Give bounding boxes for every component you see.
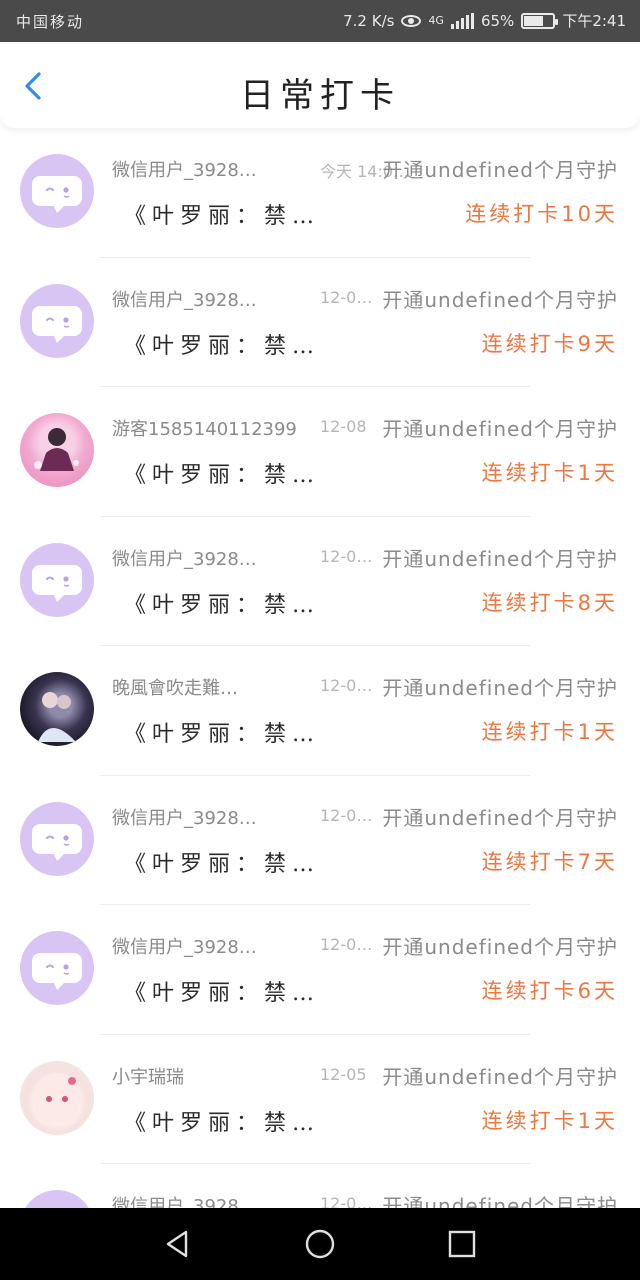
guard-label: 开通undefined个月守护 bbox=[382, 805, 618, 830]
checkin-time: 12-0… bbox=[320, 805, 373, 825]
user-name: 微信用户_3928… bbox=[112, 1196, 257, 1208]
checkin-message: 《叶罗丽：禁… bbox=[124, 204, 321, 229]
avatar[interactable] bbox=[20, 1190, 94, 1208]
user-name: 游客1585140112399 bbox=[112, 419, 297, 440]
checkin-row[interactable]: 微信用户_3928… 12-0… 开通undefined个月守护 bbox=[0, 1164, 640, 1208]
checkin-row[interactable]: 微信用户_3928… 今天 14:0… 开通undefined个月守护 《叶罗丽：禁…… bbox=[0, 128, 640, 258]
avatar[interactable] bbox=[20, 931, 94, 1005]
checkin-row[interactable]: 游客1585140112399 12-08 开通undefined个月守护《叶罗丽：… bbox=[0, 387, 640, 517]
streak-label: 连续打卡1天 bbox=[481, 1108, 618, 1133]
avatar[interactable] bbox=[20, 672, 94, 746]
avatar[interactable] bbox=[20, 1060, 94, 1135]
checkin-row[interactable]: 微信用户_3928… 12-0… 开通undefined个月守护《叶罗丽：禁… 连续打… bbox=[0, 258, 640, 388]
streak-label: 连续打卡1天 bbox=[481, 720, 618, 744]
checkin-time: 12-0… bbox=[320, 546, 373, 566]
system-nav-bar bbox=[0, 1208, 640, 1280]
streak-label: 连续打卡6天 bbox=[481, 979, 618, 1003]
circle-home-icon[interactable] bbox=[304, 1228, 336, 1260]
status-bar: 中国移动 7.2 K/s 4G 65% 下午2:41 bbox=[0, 0, 640, 42]
guard-label: 开通undefined个月守护 bbox=[382, 1194, 618, 1208]
checkin-message: 《叶罗丽：禁… bbox=[124, 851, 321, 877]
avatar[interactable] bbox=[20, 283, 94, 358]
guard-label: 开通undefined个月守护 bbox=[382, 287, 618, 312]
checkin-message: 《叶罗丽：禁… bbox=[124, 722, 321, 747]
page-title: 日常打卡 bbox=[240, 76, 400, 116]
guard-label: 开通undefined个月守护 bbox=[382, 417, 618, 441]
checkin-list: 微信用户_3928… 今天 14:0… 开通undefined个月守护 《叶罗丽：禁…… bbox=[0, 128, 640, 1208]
streak-label: 连续打卡10天 bbox=[465, 202, 618, 226]
user-name: 小宇瑞瑞 bbox=[112, 1066, 184, 1088]
guard-label: 开通undefined个月守护 bbox=[382, 676, 618, 700]
avatar[interactable] bbox=[20, 542, 94, 617]
carrier-label: 中国移动 bbox=[16, 13, 85, 31]
guard-label: 开通undefined个月守护 bbox=[382, 158, 618, 182]
checkin-row[interactable]: 微信用户_3928… 12-0… 开通undefined个月守护《叶罗丽：禁… 连续打… bbox=[0, 517, 640, 647]
user-name: 微信用户_3928… bbox=[112, 548, 257, 570]
checkin-message: 《叶罗丽：禁… bbox=[124, 1110, 321, 1136]
avatar[interactable] bbox=[20, 154, 94, 228]
guard-label: 开通undefined个月守护 bbox=[382, 546, 618, 571]
user-name: 微信用户_3928… bbox=[112, 289, 257, 311]
checkin-time: 12-0… bbox=[320, 287, 373, 307]
checkin-time: 12-0… bbox=[320, 676, 373, 695]
eye-comfort-icon bbox=[401, 14, 422, 27]
streak-label: 连续打卡1天 bbox=[481, 461, 618, 485]
square-recents-icon[interactable] bbox=[446, 1228, 478, 1260]
checkin-time: 12-05 bbox=[320, 1064, 367, 1084]
user-name: 微信用户_3928… bbox=[112, 160, 257, 181]
avatar[interactable] bbox=[20, 801, 94, 876]
battery-percent: 65% bbox=[480, 11, 515, 30]
checkin-message: 《叶罗丽：禁… bbox=[124, 333, 321, 359]
battery-icon bbox=[521, 12, 559, 29]
avatar[interactable] bbox=[20, 413, 94, 487]
signal-icon bbox=[450, 12, 474, 29]
streak-label: 连续打卡8天 bbox=[481, 590, 618, 615]
guard-label: 开通undefined个月守护 bbox=[382, 1064, 618, 1089]
checkin-time: 12-0… bbox=[320, 935, 373, 954]
status-icons: 7.2 K/s 4G 65% 下午2:41 bbox=[343, 10, 626, 31]
checkin-time: 12-0… bbox=[320, 1194, 373, 1208]
checkin-row[interactable]: 微信用户_3928… 12-0… 开通undefined个月守护《叶罗丽：禁… 连续打… bbox=[0, 905, 640, 1035]
checkin-row[interactable]: 微信用户_3928… 12-0… 开通undefined个月守护《叶罗丽：禁… 连续打… bbox=[0, 776, 640, 906]
page-header: 日常打卡 bbox=[0, 42, 640, 128]
streak-label: 连续打卡7天 bbox=[481, 849, 618, 874]
checkin-row[interactable]: 小宇瑞瑞 12-05 开通undefined个月守护《叶罗丽：禁… 连续打卡1天 bbox=[0, 1035, 640, 1165]
user-name: 微信用户_3928… bbox=[112, 807, 257, 829]
checkin-message: 《叶罗丽：禁… bbox=[124, 981, 321, 1006]
triangle-back-icon[interactable] bbox=[162, 1228, 194, 1260]
checkin-row[interactable]: 晚風會吹走難… 12-0… 开通undefined个月守护《叶罗丽：禁… 连续打卡1天 bbox=[0, 646, 640, 776]
streak-label: 连续打卡9天 bbox=[481, 331, 618, 356]
user-name: 微信用户_3928… bbox=[112, 937, 257, 958]
clock: 下午2:41 bbox=[562, 12, 626, 30]
checkin-message: 《叶罗丽：禁… bbox=[124, 463, 321, 488]
network-speed: 7.2 K/s bbox=[343, 11, 395, 30]
user-name: 晚風會吹走難… bbox=[112, 678, 238, 699]
guard-label: 开通undefined个月守护 bbox=[382, 935, 618, 959]
network-type: 4G bbox=[428, 14, 444, 27]
checkin-message: 《叶罗丽：禁… bbox=[124, 592, 321, 618]
checkin-time: 12-08 bbox=[320, 417, 367, 436]
